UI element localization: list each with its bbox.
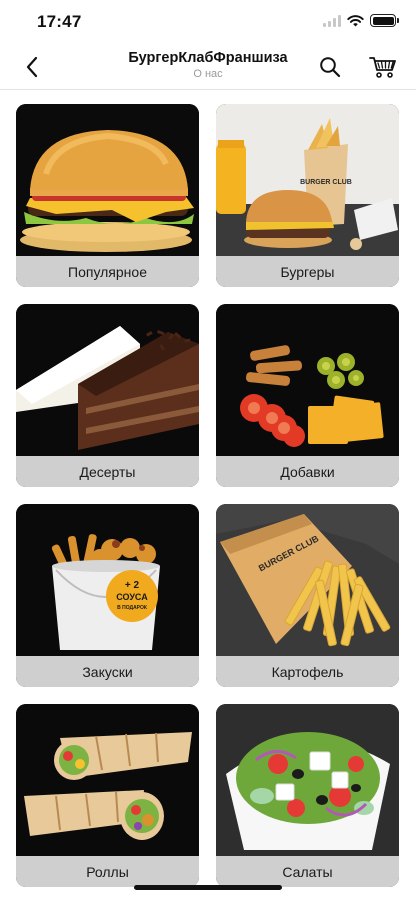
category-label: Картофель [216,656,399,687]
burger-image [16,104,199,256]
navigation-bar: БургерКлабФраншиза О нас [0,44,416,90]
search-icon [320,57,341,78]
wrap-image [16,704,199,856]
fries-image: BURGER CLUB [216,504,399,656]
cart-icon [369,57,396,78]
bucket-promo-line3: В ПОДАРОК [117,605,148,611]
battery-icon [370,14,399,27]
category-card-popular[interactable]: Популярное [16,104,199,287]
toppings-image [216,304,399,456]
wifi-icon [347,14,364,26]
category-label: Роллы [16,856,199,887]
bucket-promo-line2: СОУСА [116,592,148,602]
category-grid: Популярное BURGER CLUB Бургеры Десерты Д… [16,104,400,887]
cellular-signal-icon [323,14,341,27]
cake-image [16,304,199,456]
header-titles: БургерКлабФраншиза О нас [100,50,316,80]
category-card-burgers[interactable]: BURGER CLUB Бургеры [216,104,399,287]
category-card-rolls[interactable]: Роллы [16,704,199,887]
burger-box-brand: BURGER CLUB [300,179,352,186]
status-icons [323,14,399,27]
category-card-addons[interactable]: Добавки [216,304,399,487]
category-label: Десерты [16,456,199,487]
bucket-promo-line1: + 2 [125,580,140,591]
status-time: 17:47 [37,12,82,31]
status-bar: 17:47 [0,0,416,44]
category-card-salads[interactable]: Салаты [216,704,399,887]
home-indicator[interactable] [134,885,282,890]
about-link[interactable]: О нас [100,68,316,80]
burger-set-image: BURGER CLUB [216,104,399,256]
cart-button[interactable] [368,52,398,82]
category-label: Популярное [16,256,199,287]
snack-bucket-image: + 2 СОУСА В ПОДАРОК [16,504,199,656]
category-label: Салаты [216,856,399,887]
chevron-left-icon [26,56,38,78]
salad-image [216,704,399,856]
category-card-desserts[interactable]: Десерты [16,304,199,487]
category-label: Добавки [216,456,399,487]
category-label: Бургеры [216,256,399,287]
category-card-fries[interactable]: BURGER CLUB Картофель [216,504,399,687]
search-button[interactable] [316,53,344,81]
page-title: БургерКлабФраншиза [128,50,288,66]
category-label: Закуски [16,656,199,687]
category-card-snacks[interactable]: + 2 СОУСА В ПОДАРОК Закуски [16,504,199,687]
back-button[interactable] [18,53,46,81]
